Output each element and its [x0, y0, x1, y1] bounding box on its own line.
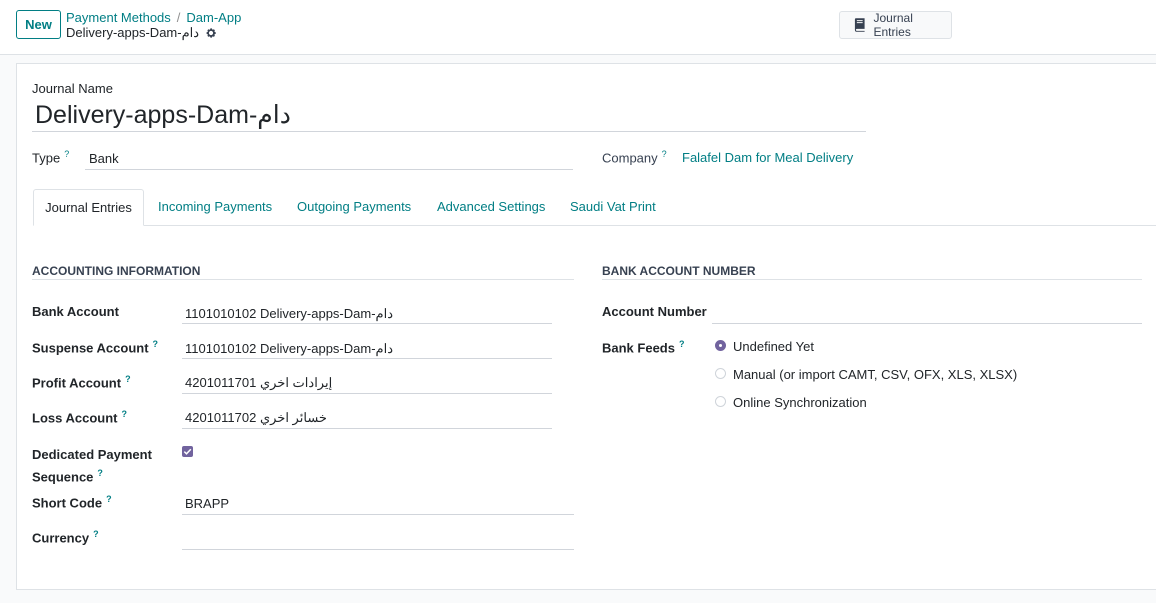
- radio-label-manual-import[interactable]: Manual (or import CAMT, CSV, OFX, XLS, X…: [733, 367, 1017, 382]
- help-mark[interactable]: ?: [64, 149, 69, 159]
- type-label: Type?: [32, 149, 69, 165]
- tab-outgoing-payments[interactable]: Outgoing Payments: [297, 189, 411, 225]
- type-underline: [85, 169, 573, 170]
- journal-name-input[interactable]: Delivery-apps-Dam-دام: [35, 100, 291, 130]
- book-icon: [854, 18, 865, 32]
- profit-account-underline: [182, 393, 552, 394]
- dedicated-sequence-checkbox[interactable]: [182, 446, 193, 457]
- breadcrumb-dam-app[interactable]: Dam-App: [186, 10, 241, 25]
- breadcrumb-separator: /: [176, 10, 181, 25]
- profit-account-input[interactable]: 4201011701 إيرادات اخري: [185, 375, 332, 391]
- breadcrumb-payment-methods[interactable]: Payment Methods: [66, 10, 171, 25]
- accounting-section-rule: [32, 279, 574, 280]
- bank-section-rule: [602, 279, 1142, 280]
- help-mark[interactable]: ?: [153, 339, 159, 349]
- loss-account-underline: [182, 428, 552, 429]
- gear-icon[interactable]: [205, 27, 217, 39]
- company-label: Company?: [602, 149, 667, 165]
- account-number-label: Account Number: [602, 304, 707, 319]
- tab-incoming-payments[interactable]: Incoming Payments: [158, 189, 272, 225]
- profit-account-label-text: Profit Account: [32, 375, 122, 391]
- type-select[interactable]: Bank: [89, 151, 119, 166]
- profit-account-label: Profit Account?: [32, 374, 131, 390]
- radio-label-undefined-yet[interactable]: Undefined Yet: [733, 339, 814, 354]
- bank-account-underline: [182, 323, 552, 324]
- currency-label-text: Currency: [32, 530, 90, 546]
- form-sheet: Journal Name Delivery-apps-Dam-دام Type?…: [16, 63, 1156, 590]
- journal-name-label: Journal Name: [32, 81, 113, 96]
- help-mark[interactable]: ?: [662, 149, 667, 159]
- smart-button-label: Journal Entries: [873, 11, 913, 39]
- radio-manual-import[interactable]: [715, 368, 726, 379]
- company-link[interactable]: Falafel Dam for Meal Delivery: [682, 150, 853, 165]
- new-button[interactable]: New: [16, 10, 61, 39]
- help-mark[interactable]: ?: [97, 468, 103, 478]
- tab-saudi-vat-print[interactable]: Saudi Vat Print: [570, 189, 656, 225]
- short-code-underline: [182, 514, 574, 515]
- radio-label-online-sync[interactable]: Online Synchronization: [733, 395, 867, 410]
- currency-underline: [182, 549, 574, 550]
- bank-feeds-label: Bank Feeds?: [602, 339, 684, 355]
- help-mark[interactable]: ?: [121, 409, 127, 419]
- loss-account-label: Loss Account?: [32, 409, 127, 425]
- suspense-account-input[interactable]: 1101010102 Delivery-apps-Dam-دام: [185, 341, 393, 357]
- currency-label: Currency?: [32, 529, 99, 545]
- bank-section-title: BANK ACCOUNT NUMBER: [602, 264, 756, 278]
- bank-account-label: Bank Account: [32, 304, 119, 319]
- notebook-tabs: Journal Entries Incoming Payments Outgoi…: [33, 189, 1156, 226]
- short-code-label: Short Code?: [32, 494, 112, 510]
- help-mark[interactable]: ?: [93, 529, 99, 539]
- loss-account-label-text: Loss Account: [32, 410, 118, 426]
- suspense-account-label-text: Suspense Account: [32, 340, 149, 356]
- accounting-section-title: ACCOUNTING INFORMATION: [32, 264, 201, 278]
- type-label-text: Type: [32, 150, 61, 166]
- help-mark[interactable]: ?: [679, 339, 685, 349]
- dedicated-sequence-label-line-2: Sequence?: [32, 468, 103, 485]
- breadcrumb: Payment Methods / Dam-App: [66, 10, 241, 25]
- journal-entries-smart-button[interactable]: Journal Entries: [839, 11, 952, 39]
- suspense-account-label: Suspense Account?: [32, 339, 158, 355]
- tab-advanced-settings[interactable]: Advanced Settings: [437, 189, 545, 225]
- suspense-account-underline: [182, 358, 552, 359]
- tab-journal-entries[interactable]: Journal Entries: [33, 189, 144, 226]
- dedicated-sequence-label: Dedicated Payment Sequence?: [32, 445, 152, 486]
- bank-account-input[interactable]: 1101010102 Delivery-apps-Dam-دام: [185, 306, 393, 322]
- dedicated-sequence-label-line-1: Dedicated Payment: [32, 447, 152, 462]
- company-label-text: Company: [602, 150, 658, 166]
- help-mark[interactable]: ?: [125, 374, 131, 384]
- journal-name-underline: [32, 131, 866, 132]
- help-mark[interactable]: ?: [106, 494, 112, 504]
- short-code-label-text: Short Code: [32, 495, 103, 511]
- radio-undefined-yet[interactable]: [715, 340, 726, 351]
- control-panel: New Payment Methods / Dam-App Delivery-app…: [0, 0, 1156, 55]
- record-name: Delivery-apps-Dam-دام: [66, 25, 200, 40]
- record-title: Delivery-apps-Dam-دام: [66, 25, 217, 41]
- checkmark-icon: [183, 448, 192, 455]
- short-code-input[interactable]: BRAPP: [185, 496, 229, 511]
- bank-feeds-label-text: Bank Feeds: [602, 340, 675, 356]
- loss-account-input[interactable]: 4201011702 خسائر اخري: [185, 410, 327, 426]
- radio-online-sync[interactable]: [715, 396, 726, 407]
- account-number-underline: [712, 323, 1142, 324]
